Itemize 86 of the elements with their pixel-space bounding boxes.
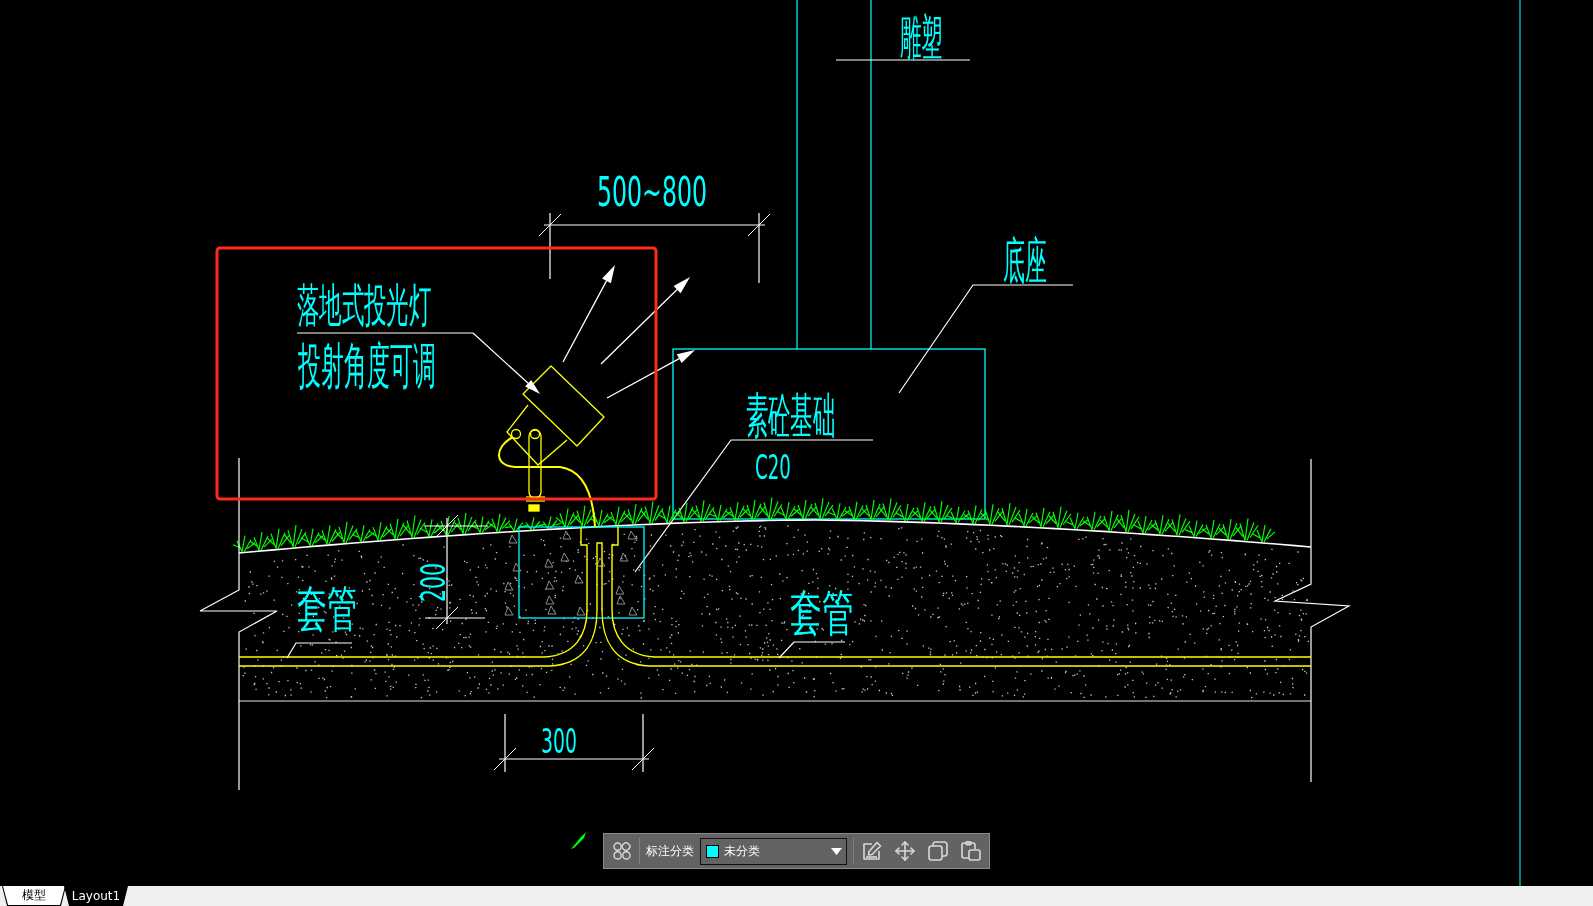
dimension-label: 300 [541, 720, 577, 761]
grass-tuft [776, 501, 800, 522]
grass-tuft [1014, 508, 1038, 529]
grass-tuft [691, 499, 715, 522]
grass-tuft [1184, 520, 1208, 539]
grass-tuft [759, 496, 783, 521]
grass-tuft [1252, 524, 1276, 545]
category-dropdown[interactable]: 未分类 [700, 837, 847, 865]
copy-button[interactable] [926, 838, 950, 864]
grass-tuft [266, 528, 290, 550]
lamp-label: 落地式投光灯 [297, 277, 432, 333]
grass-tuft [657, 505, 681, 525]
grass-tuft [963, 504, 987, 526]
grass-tuft [1031, 507, 1055, 528]
grass-tuft [419, 518, 443, 539]
grass-tuft [1116, 509, 1140, 533]
cursor-icon [571, 832, 586, 849]
grass-tuft [997, 502, 1021, 526]
leader-arrow [472, 332, 540, 394]
grass-tuft [453, 512, 477, 535]
grass-tuft [317, 524, 341, 545]
grass-tuft [861, 499, 885, 521]
grass-tuft [1082, 511, 1106, 533]
grass-tuft [878, 497, 902, 521]
grass-tuft [300, 528, 324, 548]
grass-tuft [572, 505, 596, 528]
dimension-label: 200 [413, 563, 454, 602]
grid-icon [612, 842, 631, 860]
grass-tuft [487, 513, 511, 534]
grass-tuft [742, 499, 766, 521]
grass-tuft [1167, 513, 1191, 536]
grass-tuft [725, 501, 749, 523]
grass-tuft [810, 497, 834, 520]
grass-tuft [1150, 514, 1174, 535]
grass-tuft [351, 524, 375, 544]
grass-tuft [1065, 512, 1089, 531]
grass-tuft [793, 499, 817, 520]
foundation-label: 素砼基础 [746, 387, 835, 444]
grass-tuft [283, 524, 307, 548]
grass-tuft [980, 503, 1004, 525]
grass-tuft [1133, 515, 1157, 536]
paste-button[interactable] [959, 838, 983, 864]
grass-tuft [436, 515, 460, 536]
grass-tuft [334, 521, 358, 544]
grass-tuft [708, 504, 732, 523]
grass-tuft [232, 535, 256, 554]
lamp-note: 投射角度可调 [298, 336, 436, 395]
concrete-grade-label: C20 [755, 447, 791, 487]
grass-tuft [827, 502, 851, 522]
base-label: 底座 [1003, 231, 1048, 290]
color-swatch-icon [706, 844, 720, 858]
grass-tuft [623, 503, 647, 525]
category-label: 标注分类 [646, 842, 695, 860]
grass-tuft [1235, 517, 1259, 542]
conduit-label: 套管 [297, 579, 357, 639]
grass-tuft [1048, 506, 1072, 529]
layout-tab[interactable]: 模型 [2, 886, 66, 906]
grass-tuft [589, 509, 613, 528]
move-icon [895, 841, 915, 861]
grass-tuft [368, 521, 392, 543]
grass-tuft [1201, 519, 1225, 541]
conduit-label: 套管 [790, 583, 854, 642]
dimension-label: 500~800 [597, 169, 707, 216]
paste-icon [961, 841, 981, 861]
edit-icon [862, 841, 882, 861]
grass-tuft [606, 506, 630, 528]
grass-tuft [1099, 510, 1123, 532]
grass-tuft [1218, 518, 1242, 540]
move-button[interactable] [893, 838, 917, 864]
grass-tuft [385, 518, 409, 540]
grass-tuft [946, 506, 970, 525]
caret-icon [831, 847, 842, 855]
sculpture-label: 雕塑 [900, 8, 943, 66]
grass-tuft [912, 501, 936, 523]
copy-icon [928, 841, 948, 861]
layout-tab[interactable]: Layout1 [64, 886, 128, 906]
grass-tuft [249, 531, 273, 553]
grass-tuft [674, 502, 698, 523]
grass-tuft [895, 503, 919, 523]
leader-line [778, 641, 846, 659]
leader-line [286, 642, 353, 659]
grass-tuft [844, 500, 868, 522]
grass-tuft [470, 516, 494, 535]
grass-tuft [402, 514, 426, 539]
grass-tuft [640, 500, 664, 524]
grass-tuft [929, 500, 953, 523]
